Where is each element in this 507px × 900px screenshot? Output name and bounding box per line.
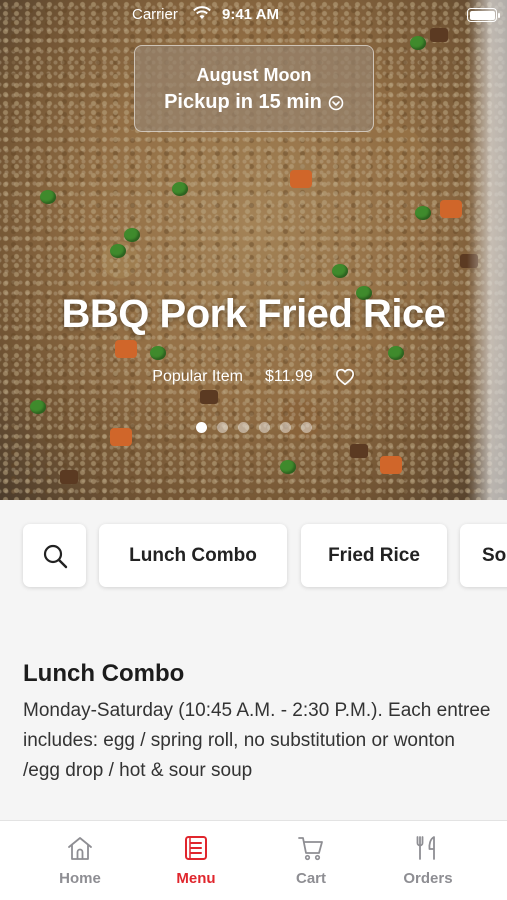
category-strip[interactable]: Lunch Combo Fried Rice So xyxy=(0,500,507,610)
tab-label-home: Home xyxy=(59,870,101,887)
tab-orders[interactable]: Orders xyxy=(388,833,468,887)
search-button[interactable] xyxy=(23,524,86,587)
tab-home[interactable]: Home xyxy=(40,833,120,887)
tab-label-cart: Cart xyxy=(295,870,326,887)
category-chip-lunch-combo[interactable]: Lunch Combo xyxy=(99,524,287,587)
pickup-time-label: Pickup in 15 min xyxy=(164,91,322,113)
carrier-label: Carrier xyxy=(132,6,178,23)
carousel-indicator[interactable] xyxy=(0,422,507,433)
category-chip-fried-rice[interactable]: Fried Rice xyxy=(301,524,447,587)
cart-icon xyxy=(298,837,323,861)
section-title: Lunch Combo xyxy=(23,660,185,687)
carousel-dot[interactable] xyxy=(258,422,270,433)
tab-menu[interactable]: Menu xyxy=(156,833,236,887)
search-icon xyxy=(43,544,67,568)
status-bar: Carrier 9:41 AM xyxy=(0,0,507,30)
tab-label-menu: Menu xyxy=(176,870,216,887)
home-icon xyxy=(68,837,92,860)
tab-label-orders: Orders xyxy=(403,870,453,887)
popular-tag: Popular Item xyxy=(152,368,243,385)
heart-icon[interactable] xyxy=(335,368,355,386)
chevron-down-icon xyxy=(328,95,344,110)
section-description: Monday-Saturday (10:45 A.M. - 2:30 P.M.)… xyxy=(23,700,491,781)
featured-item-meta: Popular Item $11.99 xyxy=(0,368,507,386)
category-chip-partial[interactable]: So xyxy=(460,524,507,587)
featured-item-price: $11.99 xyxy=(264,368,313,385)
carousel-dot[interactable] xyxy=(300,422,312,433)
wifi-icon xyxy=(193,6,211,19)
pickup-selector[interactable]: August Moon Pickup in 15 min xyxy=(134,45,374,132)
clock: 9:41 AM xyxy=(222,6,279,23)
battery-icon xyxy=(467,8,500,22)
carousel-dot[interactable] xyxy=(237,422,249,433)
carousel-dot[interactable] xyxy=(195,422,207,433)
restaurant-name: August Moon xyxy=(196,65,312,85)
bottom-tab-bar: Home Menu Cart Orders xyxy=(0,820,507,900)
tab-cart[interactable]: Cart xyxy=(271,833,351,887)
carousel-dot[interactable] xyxy=(279,422,291,433)
menu-icon xyxy=(185,836,207,860)
featured-item-title[interactable]: BBQ Pork Fried Rice xyxy=(0,292,507,337)
menu-section: Lunch Combo Monday-Saturday (10:45 A.M. … xyxy=(23,660,493,786)
carousel-dot[interactable] xyxy=(216,422,228,433)
orders-icon xyxy=(416,836,435,860)
